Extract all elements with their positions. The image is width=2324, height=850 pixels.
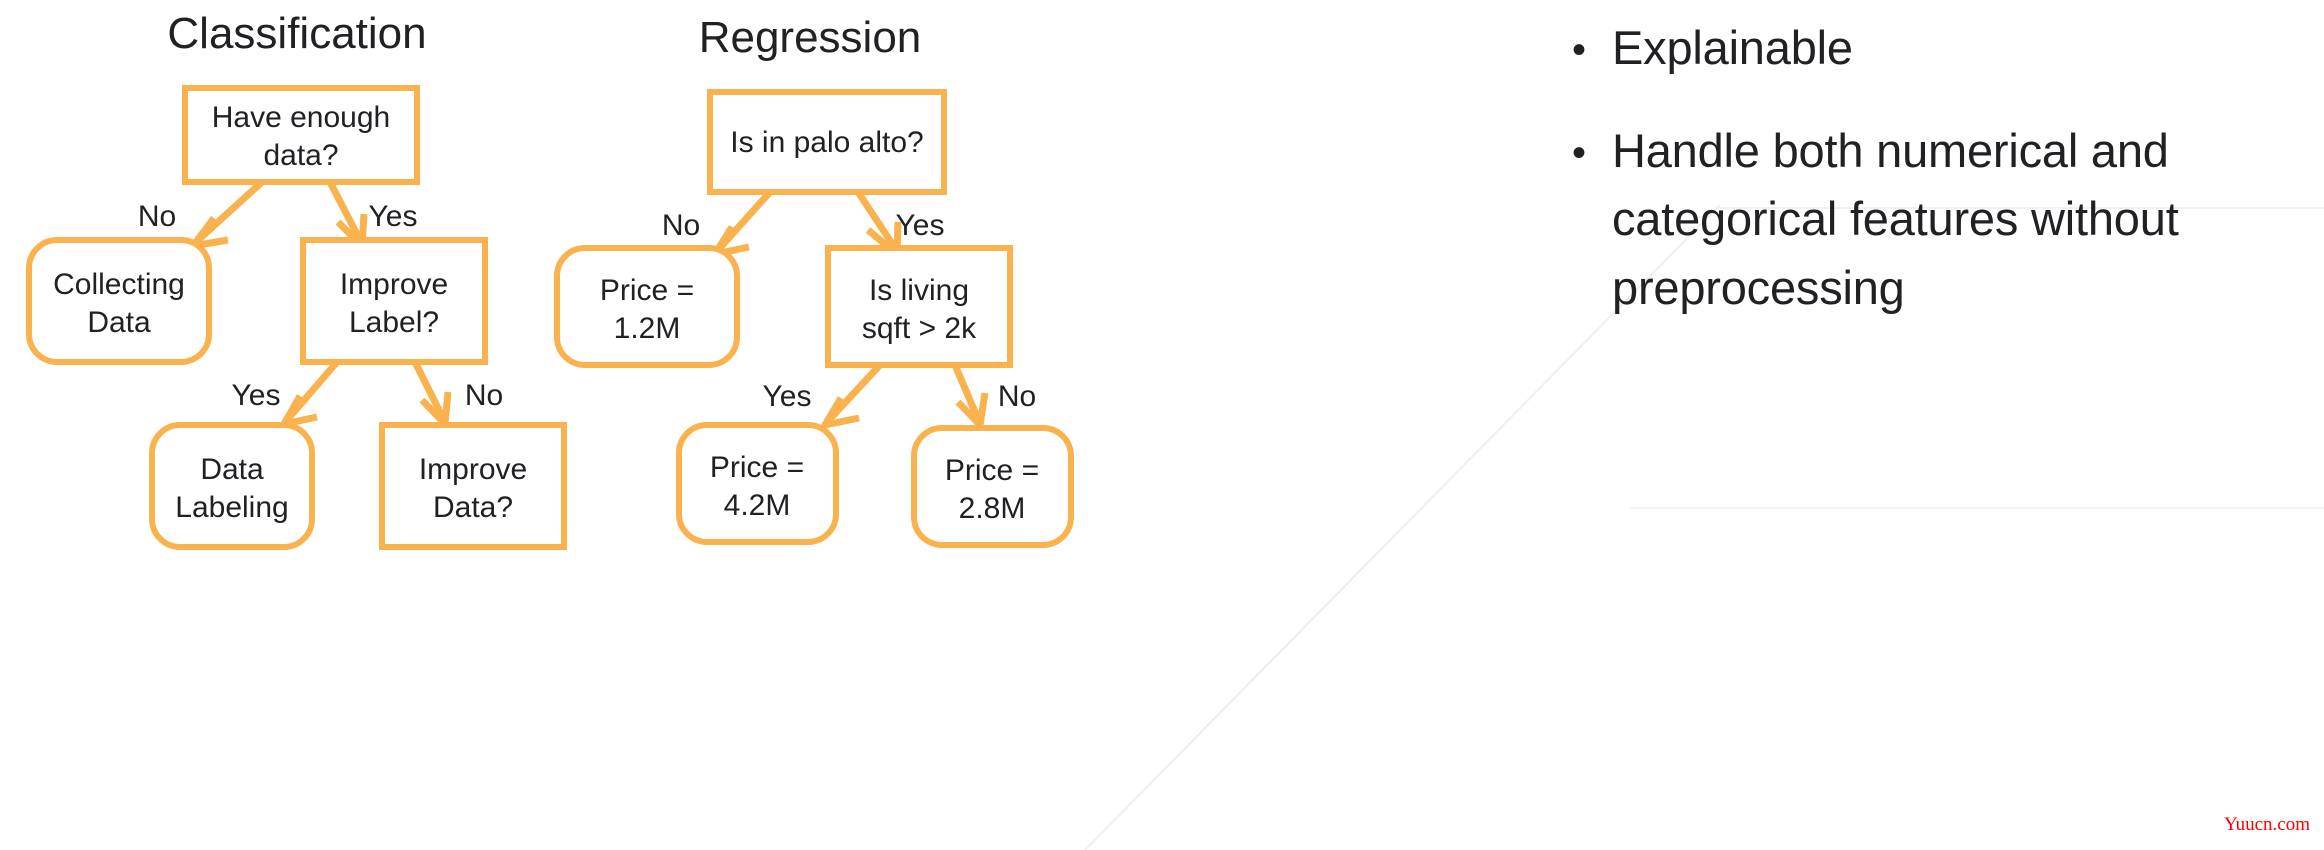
bullet-dot-icon: • [1572, 130, 1587, 175]
watermark: Yuucn.com [2223, 814, 2310, 835]
node-label-line-1: Have enough [212, 101, 390, 134]
node-label-line-1: Price = [600, 274, 694, 307]
regression-title: Regression [699, 13, 922, 62]
bullet-dot-icon: • [1572, 28, 1587, 72]
node-price-4-2m[interactable]: Price = 4.2M [676, 422, 839, 545]
edge-label-no-2: No [465, 379, 503, 412]
node-label-line-2: 1.2M [614, 312, 681, 345]
node-have-enough-data[interactable]: Have enough data? [182, 85, 420, 185]
node-label-line-1: Data [200, 453, 264, 486]
edge-regression-no: No [662, 189, 773, 260]
node-label-line-2: sqft > 2k [862, 312, 977, 345]
edge-regression-no-2: No [951, 363, 1036, 433]
node-label-line-2: Data? [433, 491, 513, 524]
node-label-line-2: Label? [349, 306, 439, 339]
node-improve-label[interactable]: Improve Label? [300, 237, 488, 365]
node-is-in-palo-alto[interactable]: Is in palo alto? [707, 89, 947, 195]
edge-classification-no: No [138, 179, 265, 251]
node-label-line-2: 4.2M [724, 489, 791, 522]
edge-label-no-1: No [138, 200, 176, 233]
node-label-line-2: Data [87, 306, 151, 339]
edge-classification-no-2: No [411, 360, 503, 432]
edge-classification-yes: Yes [326, 180, 418, 254]
edge-classification-yes-2: Yes [232, 359, 340, 430]
node-price-2-8m[interactable]: Price = 2.8M [911, 425, 1074, 548]
edge-label-yes-2: Yes [232, 379, 281, 412]
node-label-line-2: Labeling [175, 491, 288, 524]
slide-canvas: Classification No Yes Yes No Have enough… [0, 0, 2324, 850]
node-label-line-1: Is living [869, 274, 969, 307]
node-label-line-2: data? [263, 139, 338, 172]
node-label-line-1: Price = [710, 451, 804, 484]
edge-label-no-1: No [662, 209, 700, 242]
edge-regression-yes-2: Yes [763, 362, 883, 431]
node-label-line-1: Collecting [53, 268, 185, 301]
node-label-line-1: Is in palo alto? [730, 126, 923, 159]
edge-label-yes-1: Yes [369, 200, 418, 233]
edge-label-yes-1: Yes [896, 209, 945, 242]
bullet-list: • Explainable • Handle both numerical an… [1572, 14, 2324, 356]
node-label-line-1: Improve [419, 453, 527, 486]
list-item: • Handle both numerical and categorical … [1572, 117, 2324, 323]
edge-label-no-2: No [998, 380, 1036, 413]
node-label-line-1: Improve [340, 268, 448, 301]
node-price-1-2m[interactable]: Price = 1.2M [554, 245, 740, 368]
node-improve-data[interactable]: Improve Data? [379, 422, 567, 550]
edge-label-yes-2: Yes [763, 380, 812, 413]
bullet-text: Handle both numerical and categorical fe… [1612, 123, 2179, 314]
node-collecting-data[interactable]: Collecting Data [26, 237, 212, 365]
edge-regression-yes: Yes [855, 190, 945, 262]
node-label-line-2: 2.8M [959, 492, 1026, 525]
node-label-line-1: Price = [945, 454, 1039, 487]
bullet-text: Explainable [1612, 21, 1853, 74]
classification-title: Classification [167, 9, 426, 58]
node-is-living-sqft[interactable]: Is living sqft > 2k [825, 245, 1013, 368]
list-item: • Explainable [1572, 14, 2324, 83]
regression-diagram: Regression No Yes Yes No Is in palo alto… [554, 13, 1074, 548]
node-data-labeling[interactable]: Data Labeling [149, 422, 315, 550]
